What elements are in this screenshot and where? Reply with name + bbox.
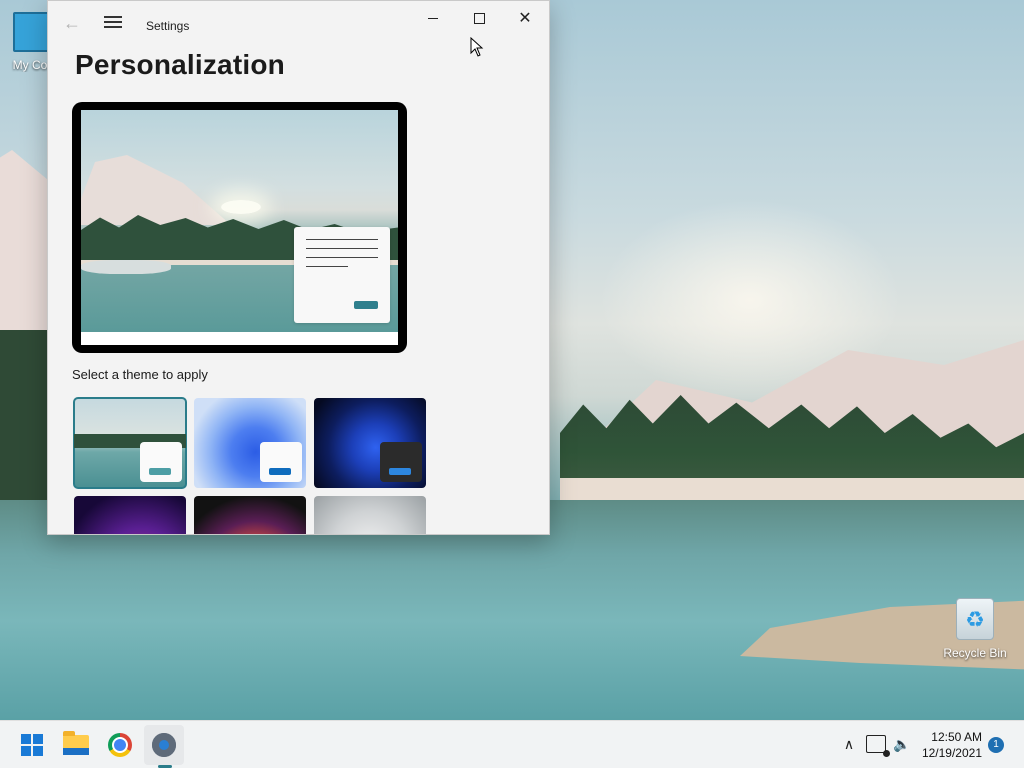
theme-tile-windows-dark[interactable] — [314, 398, 426, 488]
close-button[interactable]: ✕ — [502, 1, 548, 35]
preview-taskbar — [81, 332, 398, 345]
theme-tile-lake[interactable] — [73, 397, 187, 489]
chevron-up-icon[interactable]: ∧ — [838, 733, 860, 755]
folder-icon — [63, 731, 89, 755]
page-title: Personalization — [75, 49, 285, 80]
desktop-icon-label: Recycle Bin — [943, 646, 1007, 660]
theme-tile-glow[interactable] — [74, 496, 186, 534]
theme-preview — [72, 102, 407, 353]
clock-time: 12:50 AM — [931, 730, 982, 744]
network-icon[interactable] — [866, 735, 890, 757]
gear-icon — [149, 730, 179, 760]
window-title: Settings — [146, 19, 190, 33]
maximize-button[interactable] — [456, 1, 502, 35]
taskbar: ∧ 🔈 12:50 AM 12/19/2021 1 — [0, 720, 1024, 768]
preview-accent-button — [354, 301, 378, 309]
start-button[interactable] — [12, 725, 52, 765]
hamburger-menu-icon[interactable] — [102, 13, 124, 33]
theme-tile-captured-motion[interactable] — [194, 496, 306, 534]
chrome-button[interactable] — [100, 725, 140, 765]
preview-window-sample — [294, 227, 390, 323]
recycle-bin-icon — [956, 598, 994, 640]
clock-date: 12/19/2021 — [921, 746, 982, 760]
windows-logo-icon — [21, 734, 43, 756]
system-clock[interactable]: 12:50 AM 12/19/2021 — [912, 729, 982, 761]
preview-wallpaper — [81, 110, 398, 332]
desktop-icon-recycle-bin[interactable]: Recycle Bin — [940, 598, 1010, 660]
minimize-button[interactable] — [410, 1, 456, 35]
notification-badge[interactable]: 1 — [988, 737, 1004, 753]
settings-taskbar-button[interactable] — [144, 725, 184, 765]
back-arrow-icon[interactable]: ← — [60, 11, 84, 35]
mouse-cursor-icon — [470, 37, 484, 57]
theme-section-label: Select a theme to apply — [72, 367, 208, 382]
volume-muted-icon[interactable]: 🔈 — [892, 734, 912, 754]
file-explorer-button[interactable] — [56, 725, 96, 765]
theme-tile-flow[interactable] — [314, 496, 426, 534]
theme-tile-windows-light[interactable] — [194, 398, 306, 488]
wallpaper-shore — [560, 478, 1024, 500]
chrome-icon — [108, 733, 132, 757]
settings-window: ← Settings ✕ Personalization Select a th… — [47, 0, 550, 535]
